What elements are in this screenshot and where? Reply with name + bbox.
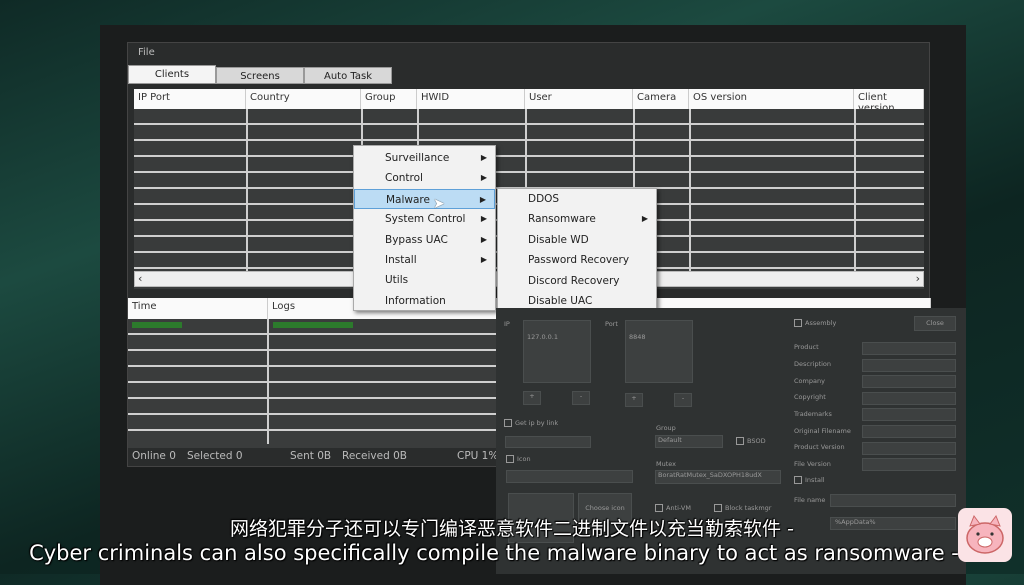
col-time: Time	[128, 298, 268, 319]
menu-file[interactable]: File	[138, 47, 155, 58]
status-received: Received 0B	[342, 450, 407, 462]
product-label: Product	[794, 343, 819, 351]
col-camera[interactable]: Camera	[633, 89, 689, 109]
product-version-input[interactable]	[862, 442, 956, 455]
group-input[interactable]: Default	[655, 435, 723, 448]
status-cpu: CPU 1%	[457, 450, 499, 462]
product-version-label: Product Version	[794, 443, 845, 451]
malware-submenu: DDOS Ransomware ▶ Disable WD Password Rec…	[497, 188, 657, 310]
col-hwid[interactable]: HWID	[417, 89, 525, 109]
trademarks-label: Trademarks	[794, 410, 832, 418]
icon-path-input[interactable]	[506, 470, 633, 483]
file-version-input[interactable]	[862, 458, 956, 471]
scroll-left-icon[interactable]: ‹	[138, 272, 142, 285]
scroll-right-icon[interactable]: ›	[916, 272, 920, 285]
file-name-label: File name	[794, 496, 826, 504]
copyright-label: Copyright	[794, 393, 826, 401]
original-filename-input[interactable]	[862, 425, 956, 438]
menu-item-system-control[interactable]: System Control ▶	[354, 209, 495, 229]
col-country[interactable]: Country	[246, 89, 361, 109]
description-input[interactable]	[862, 359, 956, 372]
subtitle-english: Cyber criminals can also specifically co…	[29, 541, 995, 565]
file-name-input[interactable]	[830, 494, 956, 507]
assembly-checkbox[interactable]: Assembly	[794, 319, 836, 327]
remove-port-button[interactable]: -	[674, 393, 692, 407]
port-list[interactable]: 8848	[625, 320, 693, 383]
original-filename-label: Original Filename	[794, 427, 851, 435]
pig-logo-icon	[958, 508, 1012, 562]
bsod-checkbox[interactable]: BSOD	[736, 437, 766, 445]
menu-item-utils[interactable]: Utils	[354, 270, 495, 290]
anti-vm-checkbox[interactable]: Anti-VM	[655, 504, 691, 512]
col-client-version[interactable]: Client version	[854, 89, 924, 114]
add-ip-button[interactable]: +	[523, 391, 541, 405]
ip-list[interactable]: 127.0.0.1	[523, 320, 591, 383]
mutex-label: Mutex	[656, 460, 677, 468]
status-selected: Selected 0	[187, 450, 243, 462]
group-label: Group	[656, 424, 676, 432]
company-label: Company	[794, 377, 825, 385]
menu-item-password-recovery[interactable]: Password Recovery	[498, 250, 656, 270]
subtitle-chinese: 网络犯罪分子还可以专门编译恶意软件二进制文件以充当勒索软件 -	[230, 518, 794, 540]
menu-item-control[interactable]: Control ▶	[354, 168, 495, 188]
trademarks-input[interactable]	[862, 408, 956, 421]
link-input[interactable]	[505, 436, 591, 448]
mutex-input[interactable]: BoratRatMutex_SaDXOPH18udX	[655, 470, 781, 484]
status-online: Online 0	[132, 450, 176, 462]
add-port-button[interactable]: +	[625, 393, 643, 407]
get-ip-by-link-checkbox[interactable]: Get ip by link	[504, 419, 558, 427]
install-checkbox[interactable]: Install	[794, 476, 825, 484]
menu-item-install[interactable]: Install ▶	[354, 250, 495, 270]
col-group[interactable]: Group	[361, 89, 417, 109]
menu-item-information[interactable]: Information	[354, 291, 495, 311]
tab-clients[interactable]: Clients	[128, 65, 216, 84]
file-version-label: File Version	[794, 460, 831, 468]
menu-item-bypass-uac[interactable]: Bypass UAC ▶	[354, 230, 495, 250]
col-os-version[interactable]: OS version	[689, 89, 854, 109]
tab-screens[interactable]: Screens	[216, 67, 304, 84]
remove-ip-button[interactable]: -	[572, 391, 590, 405]
port-label: Port	[605, 320, 618, 328]
copyright-input[interactable]	[862, 392, 956, 405]
menu-item-discord-recovery[interactable]: Discord Recovery	[498, 271, 656, 291]
block-taskmgr-checkbox[interactable]: Block taskmgr	[714, 504, 771, 512]
col-user[interactable]: User	[525, 89, 633, 109]
product-input[interactable]	[862, 342, 956, 355]
icon-checkbox[interactable]: Icon	[506, 455, 531, 463]
ip-label: IP	[504, 320, 510, 328]
mouse-cursor-icon: ➤	[433, 196, 445, 212]
description-label: Description	[794, 360, 832, 368]
menu-item-surveillance[interactable]: Surveillance ▶	[354, 148, 495, 168]
menu-item-malware[interactable]: Malware ▶	[354, 188, 495, 210]
company-input[interactable]	[862, 375, 956, 388]
menu-item-ransomware[interactable]: Ransomware ▶	[498, 209, 656, 229]
menu-item-ddos[interactable]: DDOS	[498, 189, 656, 209]
close-button[interactable]: Close	[914, 316, 956, 331]
col-ip-port[interactable]: IP Port	[134, 89, 246, 109]
tab-auto-task[interactable]: Auto Task	[304, 67, 392, 84]
menu-item-disable-wd[interactable]: Disable WD	[498, 230, 656, 250]
status-sent: Sent 0B	[290, 450, 332, 462]
context-menu: Surveillance ▶ Control ▶ Malware ▶ System C…	[353, 145, 496, 311]
